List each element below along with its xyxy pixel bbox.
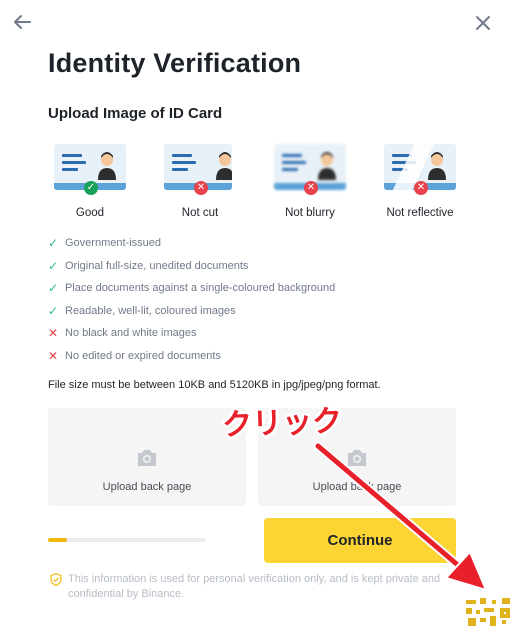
example-not-cut: ✕ Not cut — [150, 144, 250, 224]
requirement-item: ✓ Original full-size, unedited documents — [48, 258, 249, 273]
close-icon[interactable] — [472, 12, 494, 34]
example-label: Not cut — [181, 207, 219, 219]
file-size-hint: File size must be between 10KB and 5120K… — [48, 379, 381, 391]
qr-code-icon — [466, 598, 510, 626]
privacy-note-text: This information is used for personal ve… — [68, 573, 441, 600]
progress-fill — [48, 538, 67, 542]
id-card-examples: ✓ Good ✕ Not cut ✕ Not blurry ✕ Not refl… — [40, 144, 480, 224]
example-not-reflective: ✕ Not reflective — [370, 144, 470, 224]
requirement-item: ✕ No edited or expired documents — [48, 348, 221, 363]
progress-bar — [48, 538, 206, 542]
camera-icon — [138, 450, 156, 466]
check-icon: ✓ — [48, 236, 59, 250]
page-title: Identity Verification — [48, 48, 302, 78]
cross-icon: ✕ — [48, 326, 59, 341]
click-annotation: クリック — [221, 403, 343, 444]
cross-icon: ✕ — [48, 348, 59, 363]
example-not-blurry: ✕ Not blurry — [260, 144, 360, 224]
check-icon: ✓ — [48, 281, 59, 296]
upload-back-page-button[interactable]: Upload back page — [48, 408, 246, 506]
check-icon: ✓ — [48, 303, 59, 318]
check-icon: ✓ — [48, 258, 59, 273]
cross-badge-icon: ✕ — [304, 181, 318, 195]
requirement-item: ✓ Place documents against a single-colour… — [48, 281, 336, 296]
privacy-note: This information is used for personal ve… — [48, 572, 458, 602]
example-good: ✓ Good — [40, 144, 140, 224]
check-badge-icon: ✓ — [84, 181, 98, 195]
example-label: Good — [75, 207, 105, 219]
identity-verification-page: Identity Verification Upload Image of ID… — [0, 0, 512, 627]
requirement-item: ✓ Readable, well-lit, coloured images — [48, 303, 236, 318]
upload-label: Upload back page — [102, 481, 192, 493]
arrow-left-icon[interactable] — [10, 10, 34, 34]
upload-label: Upload back page — [312, 481, 402, 493]
example-label: Not blurry — [285, 207, 335, 219]
camera-icon — [348, 450, 366, 466]
requirement-item: ✓ Government-issued — [48, 236, 161, 250]
example-label: Not reflective — [386, 207, 454, 219]
requirements-list: ✓ Government-issued ✓ Original full-size, … — [48, 236, 335, 372]
cross-badge-icon: ✕ — [414, 181, 428, 195]
continue-button[interactable]: Continue — [264, 518, 456, 563]
section-title: Upload Image of ID Card — [48, 105, 223, 122]
requirement-item: ✕ No black and white images — [48, 326, 197, 341]
cross-badge-icon: ✕ — [194, 181, 208, 195]
shield-check-icon — [50, 573, 62, 586]
